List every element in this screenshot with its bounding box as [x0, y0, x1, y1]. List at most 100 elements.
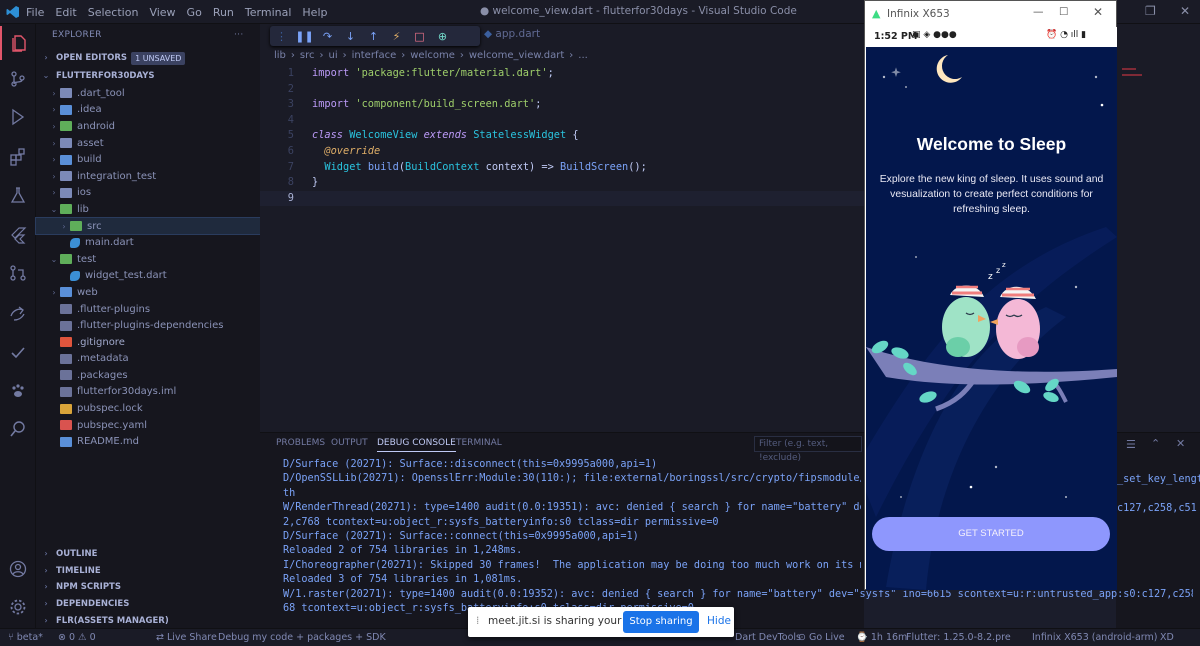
code-line[interactable]: 1 import 'package:flutter/material.dart'; — [260, 66, 864, 81]
run-debug-icon[interactable] — [0, 100, 36, 134]
tree-item[interactable]: widget_test.dart — [36, 268, 260, 285]
step-over-icon[interactable]: ↷ — [316, 26, 339, 46]
tree-item[interactable]: › src — [35, 216, 261, 236]
get-started-button[interactable]: GET STARTED — [872, 517, 1110, 551]
dart-devtools-status[interactable]: Dart DevTools — [735, 632, 801, 643]
stop-sharing-button[interactable]: Stop sharing — [623, 611, 699, 633]
emulator-close-icon[interactable]: ✕ — [1093, 5, 1103, 19]
tree-item[interactable]: pubspec.lock — [36, 400, 260, 417]
maximize-panel-icon[interactable]: ⌃ — [1151, 437, 1160, 450]
menu-run[interactable]: Run — [213, 6, 234, 19]
settings-gear-icon[interactable] — [0, 590, 36, 624]
step-into-icon[interactable]: ↓ — [339, 26, 362, 46]
hide-button[interactable]: Hide — [707, 615, 731, 627]
tab-output[interactable]: OUTPUT — [331, 438, 368, 448]
debug-mode-status[interactable]: Debug my code + packages + SDK — [218, 632, 386, 643]
tab-problems[interactable]: PROBLEMS — [276, 438, 325, 448]
flutter-version-status[interactable]: Flutter: 1.25.0-8.2.pre — [906, 632, 1011, 643]
breadcrumb-item[interactable]: lib — [274, 50, 286, 61]
breadcrumb-item[interactable]: ... — [578, 50, 588, 61]
menu-view[interactable]: View — [149, 6, 175, 19]
git-branch-status[interactable]: ⑂ beta* — [8, 632, 43, 643]
code-line[interactable]: 4 — [260, 113, 864, 128]
tree-item[interactable]: pubspec.yaml — [36, 417, 260, 434]
open-editors-section[interactable]: › OPEN EDITORS 1 UNSAVED — [36, 49, 260, 67]
tab-app-dart[interactable]: ◆ app.dart — [484, 28, 540, 40]
menu-file[interactable]: File — [26, 6, 44, 19]
tree-item[interactable]: › ios — [36, 185, 260, 202]
more-actions-icon[interactable]: ··· — [234, 24, 243, 46]
tree-item[interactable]: › android — [36, 118, 260, 135]
breadcrumb-item[interactable]: interface — [352, 50, 397, 61]
tab-terminal[interactable]: TERMINAL — [456, 438, 502, 448]
explorer-icon[interactable] — [0, 26, 36, 60]
menu-terminal[interactable]: Terminal — [245, 6, 292, 19]
code-line[interactable]: 6 @override — [260, 144, 864, 159]
code-line[interactable]: 7 Widget build(BuildContext context) => … — [260, 160, 864, 175]
project-section[interactable]: ⌄ FLUTTERFOR30DAYS — [36, 67, 260, 85]
stop-icon[interactable]: □ — [408, 26, 431, 46]
tab-debug-console[interactable]: DEBUG CONSOLE — [377, 438, 456, 452]
step-out-icon[interactable]: ↑ — [362, 26, 385, 46]
tree-item[interactable]: › integration_test — [36, 168, 260, 185]
account-icon[interactable] — [0, 552, 36, 586]
device-status[interactable]: Infinix X653 (android-arm) — [1032, 632, 1157, 643]
minimize-icon[interactable]: — — [1033, 6, 1044, 18]
tree-item[interactable]: .gitignore — [36, 334, 260, 351]
flutter-icon[interactable] — [0, 218, 36, 252]
sidebar-section[interactable]: › DEPENDENCIES — [36, 596, 260, 613]
live-share-icon[interactable] — [0, 296, 36, 330]
code-line[interactable]: 9 — [260, 190, 864, 206]
tree-item[interactable]: › .dart_tool — [36, 85, 260, 102]
collapse-all-icon[interactable]: ☰ — [1126, 438, 1136, 451]
tree-item[interactable]: .metadata — [36, 351, 260, 368]
code-line[interactable]: 3 import 'component/build_screen.dart'; — [260, 97, 864, 112]
restore-icon[interactable]: ❐ — [1145, 4, 1156, 18]
extensions-icon[interactable] — [0, 140, 36, 174]
tree-item[interactable]: ⌄ test — [36, 251, 260, 268]
drag-handle-icon[interactable]: ⁞ — [476, 615, 479, 627]
code-line[interactable]: 8} — [260, 175, 864, 190]
sidebar-section[interactable]: › FLR(ASSETS MANAGER) — [36, 612, 260, 629]
sidebar-section[interactable]: › OUTLINE — [36, 546, 260, 563]
sidebar-section[interactable]: › NPM SCRIPTS — [36, 579, 260, 596]
testing-flask-icon[interactable] — [0, 178, 36, 212]
sidebar-section[interactable]: › TIMELINE — [36, 563, 260, 580]
tree-item[interactable]: .packages — [36, 367, 260, 384]
tree-item[interactable]: › web — [36, 284, 260, 301]
breadcrumb-item[interactable]: welcome_view.dart — [469, 50, 564, 61]
live-share-status[interactable]: ⇄ Live Share — [156, 632, 217, 643]
hot-reload-icon[interactable]: ⚡ — [385, 26, 408, 46]
menu-help[interactable]: Help — [302, 6, 327, 19]
tree-item[interactable]: main.dart — [36, 234, 260, 251]
xd-status[interactable]: XD — [1160, 632, 1174, 643]
breadcrumb-item[interactable]: welcome — [410, 50, 455, 61]
menu-edit[interactable]: Edit — [55, 6, 76, 19]
menu-go[interactable]: Go — [187, 6, 202, 19]
sync-status-icons[interactable]: ⊗ 0 ⚠ 0 — [58, 632, 96, 643]
tree-item[interactable]: › asset — [36, 135, 260, 152]
tree-item[interactable]: ⌄ lib — [36, 201, 260, 218]
checkmark-icon[interactable] — [0, 336, 36, 370]
tree-item[interactable]: README.md — [36, 433, 260, 450]
drag-handle-icon[interactable]: ⋮ — [270, 26, 293, 46]
tree-item[interactable]: .flutter-plugins-dependencies — [36, 317, 260, 334]
tree-item[interactable]: › build — [36, 151, 260, 168]
close-icon[interactable]: ✕ — [1180, 4, 1190, 18]
close-panel-icon[interactable]: ✕ — [1176, 437, 1185, 450]
go-live-status[interactable]: ⊙ Go Live — [798, 632, 845, 643]
session-timer-status[interactable]: ⌚ 1h 16m — [856, 632, 907, 643]
breadcrumb-item[interactable]: src — [300, 50, 315, 61]
maximize-icon[interactable]: ☐ — [1059, 6, 1068, 18]
source-control-icon[interactable] — [0, 62, 36, 96]
pull-request-icon[interactable] — [0, 256, 36, 290]
tree-item[interactable]: .flutter-plugins — [36, 301, 260, 318]
breadcrumb-item[interactable]: ui — [329, 50, 338, 61]
console-filter-input[interactable]: Filter (e.g. text, !exclude) — [754, 436, 862, 463]
code-line[interactable]: 5 class WelcomeView extends StatelessWidg… — [260, 128, 864, 143]
code-line[interactable]: 2 — [260, 82, 864, 97]
pause-icon[interactable]: ❚❚ — [293, 26, 316, 46]
tree-item[interactable]: › .idea — [36, 102, 260, 119]
paw-icon[interactable] — [0, 374, 36, 408]
tree-item[interactable]: flutterfor30days.iml — [36, 384, 260, 401]
